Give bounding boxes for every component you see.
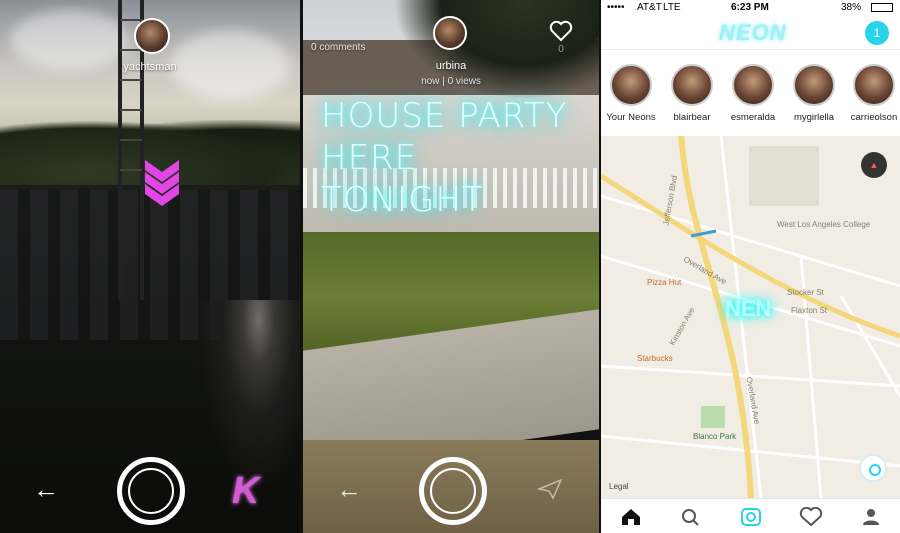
brand-k-icon[interactable]: K: [232, 470, 259, 513]
clock: 6:23 PM: [731, 2, 769, 13]
home-icon[interactable]: [619, 507, 643, 527]
chevron-down-icon: [145, 160, 179, 206]
story-item[interactable]: carrieolson: [844, 64, 900, 123]
shutter-icon: [128, 468, 174, 514]
neon-sign: HOUSE PARTY HERE TONIGHT: [321, 95, 581, 221]
tab-bar: [601, 498, 900, 533]
neon-line-2: HERE TONIGHT: [321, 138, 484, 220]
app-screens: yachtsman ← K 0 comments urbina now | 0 …: [0, 0, 900, 533]
stories-row: Your Neons blairbear esmeralda mygirlell…: [601, 52, 900, 136]
story-name: esmeralda: [730, 112, 776, 123]
send-icon[interactable]: [537, 478, 563, 500]
status-bar: ••••• AT&T LTE 6:23 PM 38%: [601, 0, 900, 16]
network: LTE: [663, 2, 681, 13]
shutter-button[interactable]: [419, 457, 487, 525]
like-count: 0: [558, 44, 564, 55]
app-header: NEON 1: [601, 16, 900, 50]
avatar: [853, 64, 895, 106]
map-label-street: Flaxton St: [791, 306, 828, 315]
avatar: [610, 64, 652, 106]
battery-icon: [871, 3, 893, 12]
story-item[interactable]: Your Neons: [601, 64, 661, 123]
avatar: [671, 64, 713, 106]
story-item[interactable]: mygirlella: [784, 64, 844, 123]
map[interactable]: West Los Angeles College Pizza Hut Starb…: [601, 136, 900, 498]
map-label-park: Blanco Park: [693, 432, 737, 441]
app-logo: NEON: [719, 20, 787, 45]
map-label-street: Stocker St: [787, 288, 824, 297]
story-name: carrieolson: [850, 112, 898, 123]
locate-me-button[interactable]: [859, 454, 887, 482]
comments-count[interactable]: 0 comments: [311, 42, 391, 53]
map-label-starbucks: Starbucks: [637, 354, 673, 363]
avatar[interactable]: [433, 16, 467, 50]
profile-icon[interactable]: [859, 507, 883, 527]
camera-view-house: 0 comments urbina now | 0 views 0 HOUSE …: [303, 0, 599, 533]
carrier: AT&T: [637, 2, 662, 13]
map-label-pizza-hut: Pizza Hut: [647, 278, 682, 287]
notification-badge[interactable]: 1: [865, 21, 889, 45]
neon-map-marker[interactable]: NEN: [725, 296, 771, 322]
post-meta: now | 0 views: [421, 76, 481, 87]
legal-link[interactable]: Legal: [609, 482, 629, 491]
seated-person: [196, 300, 300, 490]
heart-icon[interactable]: [549, 20, 573, 42]
story-name: blairbear: [673, 112, 711, 123]
camera-icon[interactable]: [739, 507, 763, 527]
story-name: mygirlella: [793, 112, 835, 123]
shutter-button[interactable]: [117, 457, 185, 525]
username[interactable]: yachtsman: [95, 61, 205, 73]
avatar: [732, 64, 774, 106]
heart-icon[interactable]: [799, 507, 823, 527]
avatar: [793, 64, 835, 106]
username[interactable]: urbina: [399, 60, 503, 72]
camera-view-festival: yachtsman ← K: [0, 0, 300, 533]
search-icon[interactable]: [679, 507, 703, 527]
back-button[interactable]: ←: [336, 474, 362, 505]
neon-line-1: HOUSE PARTY: [321, 96, 568, 136]
avatar[interactable]: [134, 18, 170, 54]
shutter-icon: [430, 468, 476, 514]
story-item[interactable]: esmeralda: [723, 64, 783, 123]
back-button[interactable]: ←: [33, 474, 59, 505]
compass-icon[interactable]: ▲: [861, 152, 887, 178]
neon-app-map-screen: ••••• AT&T LTE 6:23 PM 38% NEON 1 Your N…: [601, 0, 900, 533]
map-label-college: West Los Angeles College: [777, 220, 871, 229]
signal-dots: •••••: [607, 2, 625, 13]
story-name: Your Neons: [606, 112, 656, 123]
story-item[interactable]: blairbear: [662, 64, 722, 123]
battery-percent: 38%: [841, 2, 862, 13]
